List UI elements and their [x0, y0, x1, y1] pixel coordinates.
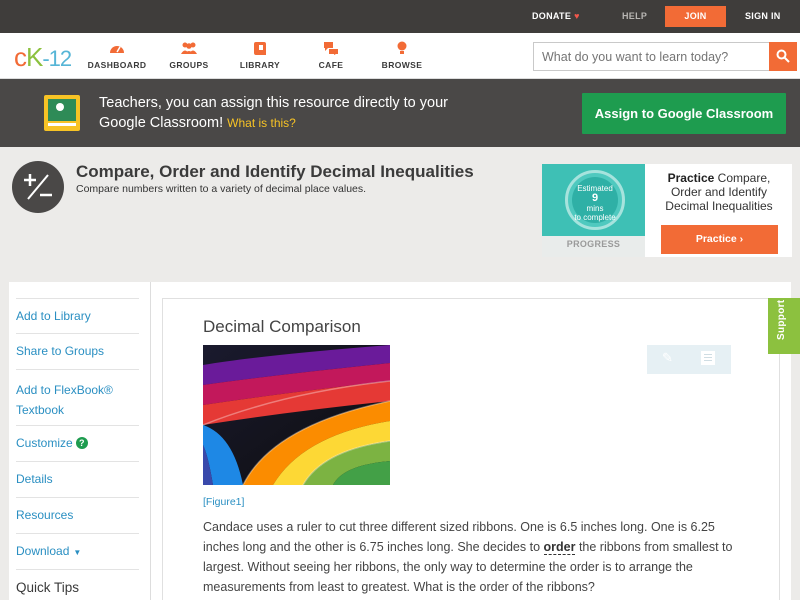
content-title: Decimal Comparison — [203, 317, 361, 336]
progress-graphic: Estimated 9 mins to complete — [542, 164, 645, 236]
nav-browse-label: BROWSE — [381, 60, 423, 70]
quick-tips-heading[interactable]: Quick Tips — [16, 580, 79, 595]
assign-google-classroom-button[interactable]: Assign to Google Classroom — [582, 93, 786, 134]
ribbons-image — [203, 345, 390, 485]
help-link[interactable]: HELP — [622, 0, 647, 33]
google-classroom-banner: Teachers, you can assign this resource d… — [0, 79, 800, 147]
what-is-this-link[interactable]: What is this? — [227, 116, 296, 130]
caret-down-icon: ▼ — [73, 548, 82, 557]
nav-dashboard-label: DASHBOARD — [87, 60, 147, 70]
sidebar-item-label: Customize — [16, 436, 73, 450]
donate-link[interactable]: DONATE ♥ — [532, 0, 580, 33]
nav-library[interactable]: LIBRARY — [225, 41, 295, 70]
sidebar: Add to Library Share to Groups Add to Fl… — [9, 282, 150, 600]
classroom-message: Teachers, you can assign this resource d… — [99, 93, 449, 133]
nav-groups-label: GROUPS — [169, 60, 209, 70]
pencil-icon[interactable]: ✎ — [662, 350, 673, 366]
to-complete-label: to complete — [574, 213, 616, 222]
page-subtitle: Compare numbers written to a variety of … — [76, 183, 367, 195]
cafe-icon — [296, 41, 366, 57]
chevron-right-icon: › — [739, 233, 744, 245]
nav-cafe[interactable]: CAFE — [296, 41, 366, 70]
nav-dashboard[interactable]: DASHBOARD — [82, 41, 152, 70]
sidebar-item-label: Add to Library — [16, 309, 91, 323]
dashboard-icon — [82, 41, 152, 57]
content-paragraph: Candace uses a ruler to cut three differ… — [203, 517, 733, 597]
progress-panel: Estimated 9 mins to complete PROGRESS — [542, 164, 645, 257]
title-section: Compare, Order and Identify Decimal Ineq… — [0, 147, 800, 272]
vocab-term-order[interactable]: order — [543, 540, 576, 555]
sidebar-item-share-groups[interactable]: Share to Groups — [16, 334, 139, 370]
sidebar-item-customize[interactable]: Customize? — [16, 426, 139, 462]
donate-label: DONATE — [532, 11, 572, 21]
top-bar: DONATE ♥ HELP JOIN SIGN IN — [0, 0, 800, 33]
progress-label: PROGRESS — [566, 239, 621, 249]
heart-icon: ♥ — [574, 11, 580, 21]
content-card: Decimal Comparison ✎ [Figure1] Candace u… — [162, 298, 780, 600]
notes-icon[interactable] — [701, 351, 715, 365]
sidebar-item-details[interactable]: Details — [16, 462, 139, 498]
sidebar-item-add-flexbook[interactable]: Add to FlexBook® Textbook — [16, 370, 139, 426]
sidebar-item-label: Details — [16, 472, 53, 486]
sidebar-item-label: Add to FlexBook® Textbook — [16, 383, 113, 417]
nav-cafe-label: CAFE — [318, 60, 344, 70]
google-classroom-icon — [44, 95, 80, 131]
practice-button[interactable]: Practice › — [661, 225, 778, 254]
nav-groups[interactable]: GROUPS — [154, 41, 224, 70]
estimate-badge: Estimated 9 mins to complete — [572, 177, 618, 223]
search-icon — [776, 49, 790, 63]
signin-link[interactable]: SIGN IN — [745, 0, 781, 33]
logo-12: -12 — [42, 46, 72, 71]
browse-icon — [367, 41, 437, 57]
practice-label-bold: Practice — [667, 171, 715, 185]
practice-card: Estimated 9 mins to complete PROGRESS Pr… — [542, 164, 792, 257]
nav-library-label: LIBRARY — [239, 60, 281, 70]
plus-minus-icon — [12, 161, 64, 213]
join-button[interactable]: JOIN — [665, 6, 726, 27]
sidebar-item-label: Resources — [16, 508, 74, 522]
search-button[interactable] — [769, 42, 797, 71]
nav-browse[interactable]: BROWSE — [367, 41, 437, 70]
sidebar-item-label: Share to Groups — [16, 344, 105, 358]
practice-button-label: Practice — [695, 233, 737, 245]
help-question-icon[interactable]: ? — [75, 437, 88, 449]
content-tools: ✎ — [647, 345, 731, 374]
sidebar-item-resources[interactable]: Resources — [16, 498, 139, 534]
estimated-mins: 9 — [591, 192, 599, 204]
practice-description: Practice Compare, Order and Identify Dec… — [652, 171, 786, 213]
sidebar-item-add-library[interactable]: Add to Library — [16, 298, 139, 334]
support-tab[interactable]: Support — [768, 298, 800, 354]
figure-caption[interactable]: [Figure1] — [203, 496, 244, 508]
progress-ring: Estimated 9 mins to complete — [565, 170, 625, 230]
main-content: Decimal Comparison ✎ [Figure1] Candace u… — [150, 282, 791, 600]
mins-unit: mins — [586, 204, 604, 213]
groups-icon — [154, 41, 224, 57]
sidebar-item-download[interactable]: Download ▼ — [16, 534, 139, 570]
main-header: cK-12 DASHBOARD GROUPS LIBRARY CAFE BROW… — [0, 33, 800, 79]
logo-k: K — [26, 42, 43, 72]
sidebar-item-label: Download — [16, 544, 70, 558]
support-label: Support — [776, 299, 787, 340]
ck12-logo[interactable]: cK-12 — [14, 42, 72, 73]
page-title: Compare, Order and Identify Decimal Ineq… — [76, 162, 474, 181]
logo-c: c — [14, 42, 27, 72]
library-icon — [225, 41, 295, 57]
search-input[interactable] — [533, 42, 769, 71]
